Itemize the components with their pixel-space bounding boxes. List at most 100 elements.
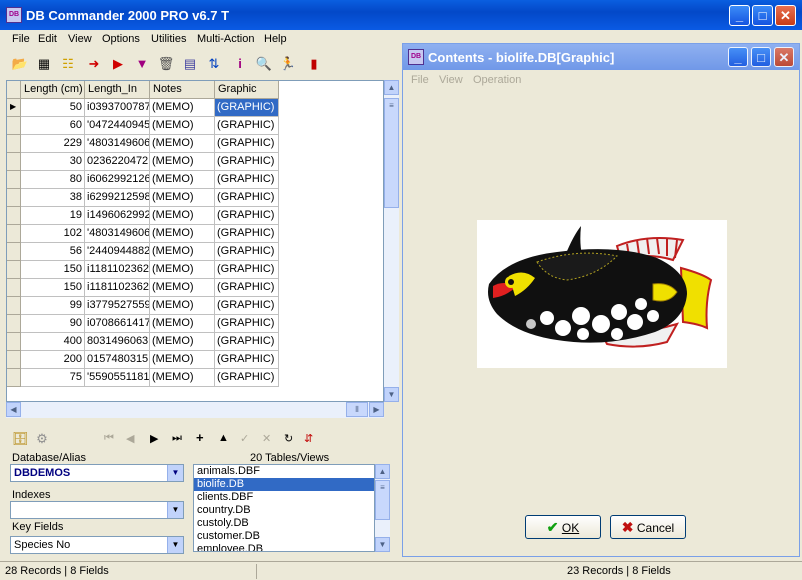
table-row[interactable]: 229'4803149606 (MEMO) (GRAPHIC): [7, 135, 279, 153]
table-cell[interactable]: 102: [21, 225, 85, 243]
column-header[interactable]: Length (cm): [21, 81, 85, 99]
contents-minimize-button[interactable]: _: [728, 47, 748, 67]
chevron-down-icon[interactable]: ▼: [167, 465, 183, 481]
table-cell[interactable]: (MEMO): [150, 207, 215, 225]
table-cell[interactable]: (GRAPHIC): [215, 297, 279, 315]
row-indicator[interactable]: [7, 315, 21, 333]
table-cell[interactable]: (GRAPHIC): [215, 333, 279, 351]
menu-utilities[interactable]: Utilities: [151, 33, 186, 45]
table-cell[interactable]: 30: [21, 153, 85, 171]
row-indicator[interactable]: [7, 153, 21, 171]
index-icon[interactable]: ⇅: [204, 55, 224, 73]
structure-icon[interactable]: ▤: [180, 55, 200, 73]
table-cell[interactable]: 0157480315: [85, 351, 150, 369]
contents-maximize-button[interactable]: □: [751, 47, 771, 67]
cancel-button[interactable]: ✖ Cancel: [610, 515, 686, 539]
list-item[interactable]: animals.DBF: [194, 465, 374, 478]
table-row[interactable]: 102'4803149606 (MEMO) (GRAPHIC): [7, 225, 279, 243]
table-icon[interactable]: ▦: [34, 55, 54, 73]
data-grid[interactable]: Length (cm) Length_In Notes Graphic ▶ 50 i…: [6, 80, 384, 402]
open-folder-icon[interactable]: 📂: [10, 55, 30, 73]
table-cell[interactable]: 56: [21, 243, 85, 261]
table-cell[interactable]: i0708661417: [85, 315, 150, 333]
list-item[interactable]: customer.DB: [194, 530, 374, 543]
nav-refresh-icon[interactable]: ↻: [284, 432, 293, 445]
table-cell[interactable]: (GRAPHIC): [215, 99, 279, 117]
key-fields-select[interactable]: Species No ▼: [10, 536, 184, 554]
table-cell[interactable]: (GRAPHIC): [215, 351, 279, 369]
nav-delete-icon[interactable]: ▲: [218, 432, 229, 444]
table-cell[interactable]: (GRAPHIC): [215, 243, 279, 261]
column-header[interactable]: Graphic: [215, 81, 279, 99]
contents-menu-file[interactable]: File: [411, 74, 429, 86]
menu-edit[interactable]: Edit: [38, 33, 57, 45]
row-indicator[interactable]: [7, 135, 21, 153]
table-cell[interactable]: (GRAPHIC): [215, 315, 279, 333]
table-cell[interactable]: '0472440945: [85, 117, 150, 135]
table-cell[interactable]: 229: [21, 135, 85, 153]
table-cell[interactable]: (MEMO): [150, 153, 215, 171]
arrow-right-icon[interactable]: ➜: [84, 55, 104, 73]
menu-options[interactable]: Options: [102, 33, 140, 45]
minimize-button[interactable]: _: [729, 5, 750, 26]
contents-titlebar[interactable]: DB Contents - biolife.DB[Graphic] _ □ ✕: [403, 44, 799, 70]
list-item[interactable]: custoly.DB: [194, 517, 374, 530]
table-cell[interactable]: 150: [21, 261, 85, 279]
column-header[interactable]: Length_In: [85, 81, 150, 99]
row-indicator[interactable]: [7, 207, 21, 225]
hscroll-thumb[interactable]: ⦀: [346, 402, 368, 417]
alias-icon[interactable]: ⚙: [32, 430, 52, 448]
table-cell[interactable]: 90: [21, 315, 85, 333]
row-indicator[interactable]: [7, 297, 21, 315]
table-cell[interactable]: (GRAPHIC): [215, 171, 279, 189]
table-cell[interactable]: i3779527559: [85, 297, 150, 315]
table-cell[interactable]: (MEMO): [150, 117, 215, 135]
table-cell[interactable]: i6299212598: [85, 189, 150, 207]
table-cell[interactable]: (MEMO): [150, 171, 215, 189]
table-row[interactable]: 99 i3779527559 (MEMO) (GRAPHIC): [7, 297, 279, 315]
export-icon[interactable]: ▶: [108, 55, 128, 73]
nav-edit-icon[interactable]: ✓: [240, 432, 249, 445]
table-row[interactable]: 150 i1181102362 (MEMO) (GRAPHIC): [7, 261, 279, 279]
table-cell[interactable]: (MEMO): [150, 351, 215, 369]
table-cell[interactable]: i6062992126: [85, 171, 150, 189]
table-cell[interactable]: (MEMO): [150, 135, 215, 153]
close-button[interactable]: ✕: [775, 5, 796, 26]
indexes-select[interactable]: ▼: [10, 501, 184, 519]
scroll-right-icon[interactable]: ▶: [369, 402, 384, 417]
row-indicator[interactable]: [7, 369, 21, 387]
menu-multi-action[interactable]: Multi-Action: [197, 33, 254, 45]
scroll-down-icon[interactable]: ▼: [375, 537, 390, 552]
info-icon[interactable]: i: [230, 55, 250, 73]
table-cell[interactable]: (GRAPHIC): [215, 225, 279, 243]
table-cell[interactable]: (GRAPHIC): [215, 135, 279, 153]
grid-horizontal-scrollbar[interactable]: ◀ ⦀ ▶: [6, 402, 384, 418]
row-indicator[interactable]: [7, 171, 21, 189]
menu-view[interactable]: View: [68, 33, 92, 45]
column-header[interactable]: Notes: [150, 81, 215, 99]
table-cell[interactable]: 38: [21, 189, 85, 207]
table-cell[interactable]: 80: [21, 171, 85, 189]
table-cell[interactable]: 19: [21, 207, 85, 225]
table-cell[interactable]: '4803149606: [85, 225, 150, 243]
table-cell[interactable]: (MEMO): [150, 333, 215, 351]
table-cell[interactable]: (GRAPHIC): [215, 117, 279, 135]
table-cell[interactable]: '4803149606: [85, 135, 150, 153]
grid-vertical-scrollbar[interactable]: ▲ ≡ ▼: [384, 80, 399, 402]
row-indicator[interactable]: [7, 261, 21, 279]
table-cell[interactable]: i1181102362: [85, 279, 150, 297]
sql-icon[interactable]: ☷: [58, 55, 78, 73]
table-cell[interactable]: 60: [21, 117, 85, 135]
table-row[interactable]: 30 0236220472 (MEMO) (GRAPHIC): [7, 153, 279, 171]
table-cell[interactable]: 8031496063: [85, 333, 150, 351]
table-cell[interactable]: 200: [21, 351, 85, 369]
nav-sort-icon[interactable]: ⇵: [304, 432, 313, 445]
table-cell[interactable]: (MEMO): [150, 225, 215, 243]
table-cell[interactable]: (GRAPHIC): [215, 207, 279, 225]
table-cell[interactable]: 0236220472: [85, 153, 150, 171]
table-cell[interactable]: i1496062992: [85, 207, 150, 225]
search-icon[interactable]: 🔍: [254, 55, 274, 73]
contents-menu-view[interactable]: View: [439, 74, 463, 86]
table-cell[interactable]: 75: [21, 369, 85, 387]
menu-file[interactable]: File: [12, 33, 30, 45]
